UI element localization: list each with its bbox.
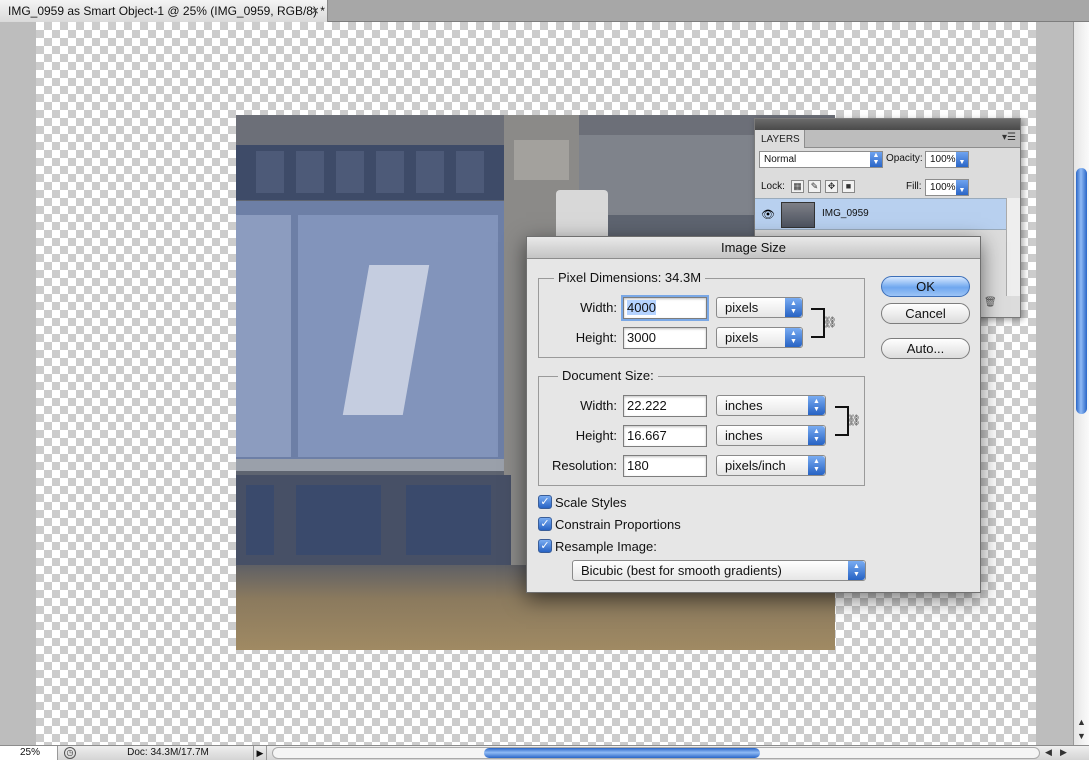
tab-layers[interactable]: LAYERS <box>755 130 805 148</box>
layers-tab-row: LAYERS ▾☰ <box>755 130 1020 148</box>
constrain-proportions-checkbox[interactable]: ✓ <box>538 517 552 531</box>
scale-styles-label[interactable]: Scale Styles <box>555 495 627 510</box>
fill-input[interactable]: 100% ▼ <box>925 179 969 196</box>
chevron-updown-icon: ▲ ▼ <box>848 561 865 580</box>
clock-icon[interactable]: ◷ <box>64 747 76 759</box>
opacity-value: 100% <box>930 154 956 165</box>
vertical-scrollbar[interactable]: ▲ ▼ <box>1073 22 1089 745</box>
link-icon: ⛓ <box>823 317 837 329</box>
auto-button[interactable]: Auto... <box>881 338 970 359</box>
pixel-height-unit: pixels <box>725 330 759 345</box>
status-bar: 25% ◷ Doc: 34.3M/17.7M ▶ ◀ ▶ <box>0 745 1089 760</box>
pixel-height-input[interactable]: 3000 <box>623 327 707 349</box>
lock-row: Lock: ▦ ✎ ✥ ■ Fill: 100% ▼ <box>755 174 1020 200</box>
chevron-updown-icon: ▲ ▼ <box>870 152 882 167</box>
layers-scrollbar[interactable] <box>1006 198 1020 296</box>
zoom-field[interactable]: 25% <box>0 746 58 760</box>
panel-menu-icon[interactable]: ▾☰ <box>1002 132 1016 143</box>
lock-label: Lock: <box>761 181 785 192</box>
doc-width-value: 22.222 <box>627 398 667 413</box>
resample-method-value: Bicubic (best for smooth gradients) <box>581 563 782 578</box>
horizontal-scrollbar[interactable] <box>272 747 1040 759</box>
panel-title-bar[interactable] <box>755 119 1020 130</box>
doc-link-icon: ⛓ <box>847 415 861 427</box>
document-tab-bar: IMG_0959 as Smart Object-1 @ 25% (IMG_09… <box>0 0 1089 22</box>
doc-height-input[interactable]: 16.667 <box>623 425 707 447</box>
ok-button[interactable]: OK <box>881 276 970 297</box>
resolution-label: Resolution: <box>551 458 617 473</box>
doc-width-label: Width: <box>580 398 617 413</box>
pixel-width-input[interactable]: 4000 <box>621 295 709 321</box>
eye-icon[interactable]: 👁 <box>761 208 775 221</box>
pixel-width-label: Width: <box>580 300 617 315</box>
chevron-updown-icon: ▲ ▼ <box>808 456 825 475</box>
scroll-right-icon[interactable]: ▶ <box>1060 747 1067 758</box>
scroll-down-icon[interactable]: ▼ <box>1077 731 1086 741</box>
status-menu-arrow-icon[interactable]: ▶ <box>253 746 267 760</box>
vertical-scroll-thumb[interactable] <box>1076 168 1087 414</box>
pixel-width-unit-select[interactable]: pixels ▲ ▼ <box>716 297 803 318</box>
chevron-updown-icon: ▲ ▼ <box>785 328 802 347</box>
doc-width-unit-select[interactable]: inches ▲ ▼ <box>716 395 826 416</box>
horizontal-scroll-thumb[interactable] <box>484 748 760 758</box>
document-tab-title: IMG_0959 as Smart Object-1 @ 25% (IMG_09… <box>8 4 325 18</box>
layer-name[interactable]: IMG_0959 <box>822 208 869 219</box>
image-size-dialog: Image Size Pixel Dimensions: 34.3M Width… <box>526 236 981 593</box>
resample-image-checkbox[interactable]: ✓ <box>538 539 552 553</box>
doc-width-unit: inches <box>725 398 763 413</box>
pixel-dimensions-legend: Pixel Dimensions: 34.3M <box>554 270 706 285</box>
resolution-unit: pixels/inch <box>725 458 786 473</box>
chevron-updown-icon: ▲ ▼ <box>785 298 802 317</box>
constrain-proportions-label[interactable]: Constrain Proportions <box>555 517 681 532</box>
chevron-updown-icon: ▲ ▼ <box>808 426 825 445</box>
close-icon[interactable]: × <box>311 3 319 18</box>
lock-paint-icon[interactable]: ✎ <box>808 180 821 193</box>
smart-object-thumbnail <box>781 202 815 228</box>
fill-label: Fill: <box>906 181 922 192</box>
document-tab[interactable]: IMG_0959 as Smart Object-1 @ 25% (IMG_09… <box>0 0 328 22</box>
cancel-button[interactable]: Cancel <box>881 303 970 324</box>
pixel-width-value: 4000 <box>627 300 656 315</box>
blend-row: Normal ▲ ▼ Opacity: 100% ▼ <box>755 148 1020 174</box>
layer-row[interactable]: 👁 IMG_0959 <box>755 198 1020 230</box>
pixel-width-unit: pixels <box>725 300 759 315</box>
resolution-input[interactable]: 180 <box>623 455 707 477</box>
resample-image-label[interactable]: Resample Image: <box>555 539 657 554</box>
chevron-down-icon: ▼ <box>956 152 968 167</box>
document-size-legend: Document Size: <box>558 368 658 383</box>
doc-size-info: Doc: 34.3M/17.7M <box>127 747 209 758</box>
doc-height-value: 16.667 <box>627 428 667 443</box>
pixel-height-value: 3000 <box>627 330 656 345</box>
trash-icon[interactable]: 🗑 <box>984 297 997 308</box>
lock-all-icon[interactable]: ■ <box>842 180 855 193</box>
lock-position-icon[interactable]: ✥ <box>825 180 838 193</box>
scroll-left-icon[interactable]: ◀ <box>1045 747 1052 758</box>
opacity-input[interactable]: 100% ▼ <box>925 151 969 168</box>
scroll-up-icon[interactable]: ▲ <box>1077 717 1086 727</box>
resolution-value: 180 <box>627 458 649 473</box>
pixel-height-unit-select[interactable]: pixels ▲ ▼ <box>716 327 803 348</box>
resample-method-select[interactable]: Bicubic (best for smooth gradients) ▲ ▼ <box>572 560 866 581</box>
blend-mode-select[interactable]: Normal ▲ ▼ <box>759 151 883 168</box>
blend-mode-value: Normal <box>764 154 797 165</box>
doc-height-label: Height: <box>575 428 617 443</box>
scale-styles-checkbox[interactable]: ✓ <box>538 495 552 509</box>
dialog-title[interactable]: Image Size <box>527 237 980 259</box>
chevron-down-icon: ▼ <box>956 180 968 195</box>
lock-transparency-icon[interactable]: ▦ <box>791 180 804 193</box>
opacity-label: Opacity: <box>886 153 923 164</box>
doc-width-input[interactable]: 22.222 <box>623 395 707 417</box>
fill-value: 100% <box>930 182 956 193</box>
doc-height-unit-select[interactable]: inches ▲ ▼ <box>716 425 826 446</box>
doc-height-unit: inches <box>725 428 763 443</box>
chevron-updown-icon: ▲ ▼ <box>808 396 825 415</box>
resolution-unit-select[interactable]: pixels/inch ▲ ▼ <box>716 455 826 476</box>
pixel-height-label: Height: <box>575 330 617 345</box>
